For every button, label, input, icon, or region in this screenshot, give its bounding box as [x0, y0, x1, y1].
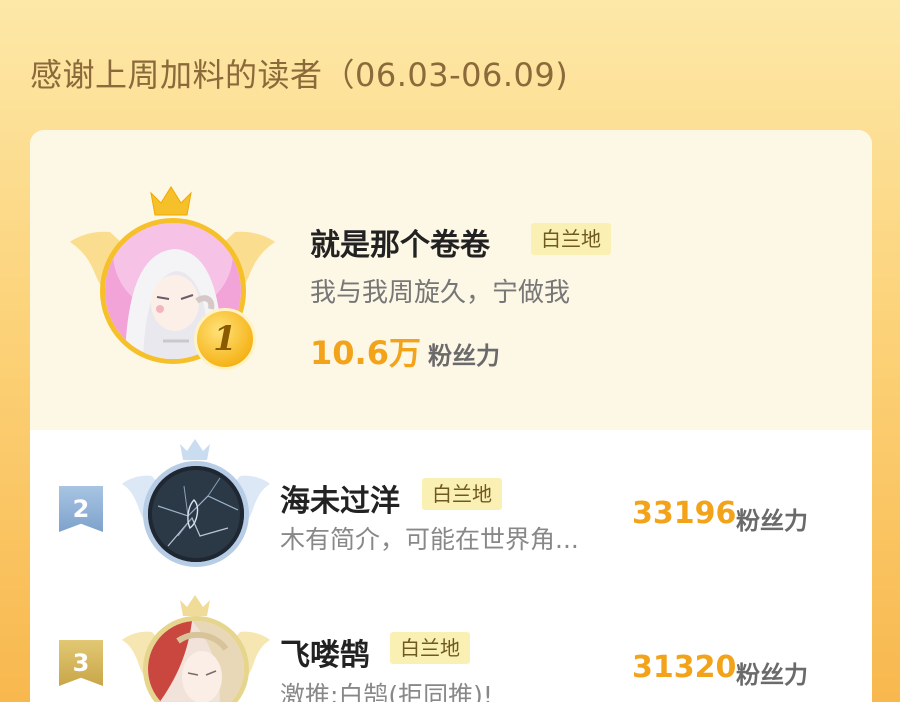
reader-tag: 白兰地	[390, 632, 470, 664]
reader-name[interactable]: 海未过洋	[280, 476, 400, 520]
reader-ranking-card: 1 就是那个卷卷 白兰地 我与我周旋久，宁做我 10.6万 粉丝力 2 海未过洋…	[30, 130, 872, 702]
fans-unit-label: 粉丝力	[736, 661, 808, 689]
avatar-image	[148, 466, 244, 562]
fans-unit-label: 粉丝力	[428, 342, 500, 370]
reader-tag: 白兰地	[531, 223, 611, 255]
reader-name[interactable]: 就是那个卷卷	[310, 220, 490, 264]
avatar-image	[148, 621, 244, 702]
rank-3-badge: 3	[59, 640, 103, 686]
crown-icon	[180, 439, 210, 460]
reader-bio: 我与我周旋久，宁做我	[310, 278, 571, 308]
page-title: 感谢上周加料的读者（06.03-06.09)	[30, 56, 569, 94]
fans-value: 10.6万	[310, 334, 421, 372]
reader-tag: 白兰地	[422, 478, 502, 510]
rank-1-badge: 1	[194, 308, 256, 370]
fans-unit-label: 粉丝力	[736, 507, 808, 535]
crown-icon	[150, 186, 192, 216]
avatar[interactable]	[143, 461, 249, 567]
reader-bio: 木有简介，可能在世界角...	[280, 525, 579, 554]
fans-value: 33196	[632, 496, 737, 531]
reader-bio: 激推:白鹄(拒同推)!	[280, 681, 493, 702]
reader-name[interactable]: 飞喽鹄	[280, 630, 370, 674]
crown-icon	[180, 595, 210, 616]
fans-value: 31320	[632, 650, 737, 685]
rank-2-badge: 2	[59, 486, 103, 532]
